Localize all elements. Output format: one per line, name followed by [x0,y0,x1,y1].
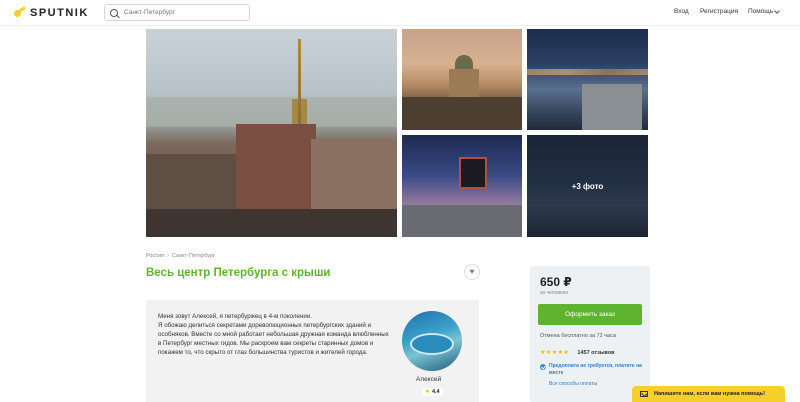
star-icon: ★ [425,389,430,395]
description-text: Меня зовут Алексей, я петербуржец в 4-м … [158,312,390,357]
rating-row: ★★★★★ 1457 отзывов [540,349,615,357]
description-paragraph-2: Я обожаю делиться секретами дореволюцион… [158,322,389,356]
guide-rating-badge: ★ 4.4 [422,388,443,396]
main-photo[interactable] [146,29,397,237]
rating-stars-icon: ★★★★★ [540,350,570,356]
logo-text: SPUTNIK [30,7,89,19]
cancel-note: Отмена бесплатно за 72 часа [540,333,616,339]
page-title: Весь центр Петербурга с крыши [146,267,331,279]
gallery-photo-2[interactable] [527,29,648,130]
description-paragraph-1: Меня зовут Алексей, я петербуржец в 4-м … [158,313,313,320]
chat-text: Напишите нам, если вам нужна помощь! [654,391,765,397]
login-link[interactable]: Вход [674,8,689,15]
help-menu[interactable]: Помощь [748,7,780,15]
heart-icon: ♥ [469,267,475,276]
price-note: за человека [540,290,568,296]
search-icon [110,8,118,17]
breadcrumb: Россия › Санкт-Петербург [146,253,215,259]
top-header: SPUTNIK Вход Регистрация Помощь [0,0,800,26]
gallery-photo-1[interactable] [402,29,522,130]
breadcrumb-separator: › [167,253,169,259]
prepay-info: Предоплата не требуется, платите на мест… [540,363,647,377]
gallery-photo-more[interactable]: +3 фото [527,135,648,237]
breadcrumb-item-country[interactable]: Россия [146,253,164,259]
gallery-photo-3[interactable] [402,135,522,237]
mail-icon [640,391,648,397]
search-box[interactable] [104,4,250,21]
breadcrumb-item-city[interactable]: Санкт-Петербург [172,253,215,259]
favorite-button[interactable]: ♥ [464,264,480,280]
chevron-down-icon [774,7,780,14]
booking-card: 650 ₽ за человека Оформить заказ Отмена … [530,266,650,402]
help-label: Помощь [748,8,774,15]
guide-description-block: Меня зовут Алексей, я петербуржец в 4-м … [146,300,479,402]
order-button[interactable]: Оформить заказ [538,304,642,325]
reviews-link[interactable]: 1457 отзывов [577,350,614,356]
sputnik-logo[interactable]: SPUTNIK [14,5,89,21]
check-icon [540,364,546,370]
guide-avatar[interactable] [402,311,462,371]
more-photos-label: +3 фото [571,181,604,191]
help-chat-button[interactable]: Напишите нам, если вам нужна помощь! [632,386,785,402]
guide-name[interactable]: Алексей [416,376,441,383]
payment-methods-link[interactable]: Все способы оплаты [549,381,597,387]
prepay-text: Предоплата не требуется, платите на мест… [549,363,642,376]
price: 650 ₽ [540,275,572,289]
search-input[interactable] [124,9,244,16]
register-link[interactable]: Регистрация [700,8,738,15]
guide-rating-value: 4.4 [431,389,440,395]
logo-icon [14,5,27,19]
